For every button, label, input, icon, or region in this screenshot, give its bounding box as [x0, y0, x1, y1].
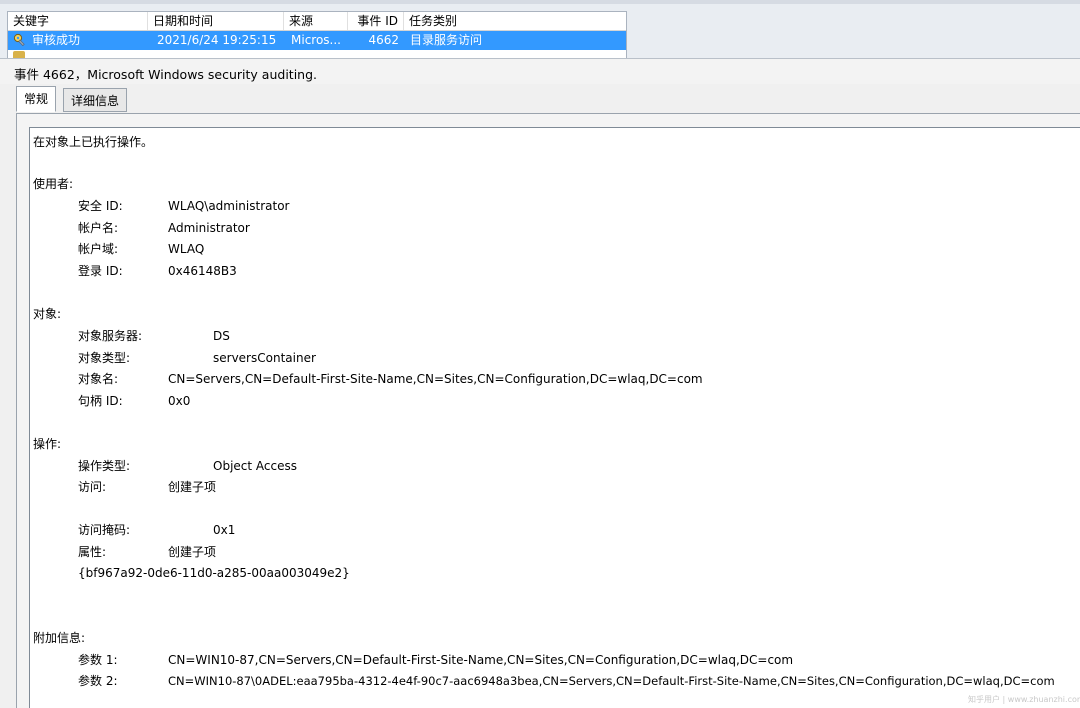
field-value: 0x0	[168, 394, 191, 408]
field-label: 操作类型:	[78, 459, 131, 473]
event-list[interactable]: 关键字 日期和时间 来源 事件 ID 任务类别 审核成功 2021/6/24 1…	[7, 11, 627, 61]
field-value: CN=WIN10-87\0ADEL:eaa795ba-4312-4e4f-90c…	[168, 674, 1055, 688]
field-value: 0x1	[213, 523, 236, 537]
event-row-selected[interactable]: 审核成功 2021/6/24 19:25:15 Micros... 4662 目…	[8, 31, 626, 50]
event-detail-title: 事件 4662，Microsoft Windows security audit…	[14, 67, 317, 82]
field-label: 对象类型:	[78, 351, 131, 365]
field-value: WLAQ	[168, 242, 205, 256]
watermark: 知乎用户 | www.zhuanzhi.com	[968, 695, 1080, 704]
field-value: CN=Servers,CN=Default-First-Site-Name,CN…	[168, 372, 703, 386]
field-value: DS	[213, 329, 230, 343]
field-label: 参数 1:	[78, 653, 118, 667]
event-list-header: 关键字 日期和时间 来源 事件 ID 任务类别	[8, 12, 626, 31]
field-value: 0x46148B3	[168, 264, 237, 278]
event-description: 在对象上已执行操作。	[33, 135, 154, 149]
field-label: 对象服务器:	[78, 329, 143, 343]
subject-heading: 使用者:	[33, 177, 74, 191]
event-keyword: 审核成功	[32, 33, 81, 47]
attribute-guid: {bf967a92-0de6-11d0-a285-00aa003049e2}	[78, 566, 350, 580]
field-label: 安全 ID:	[78, 199, 123, 213]
event-list-area: 关键字 日期和时间 来源 事件 ID 任务类别 审核成功 2021/6/24 1…	[0, 4, 1080, 61]
field-label: 属性:	[78, 545, 107, 559]
field-label: 帐户名:	[78, 221, 119, 235]
event-task-category: 目录服务访问	[410, 33, 483, 47]
column-header-task-category[interactable]: 任务类别	[404, 12, 626, 30]
field-label: 句柄 ID:	[78, 394, 123, 408]
key-icon	[13, 33, 25, 47]
field-value: CN=WIN10-87,CN=Servers,CN=Default-First-…	[168, 653, 794, 667]
event-id: 4662	[368, 33, 399, 47]
event-description-box[interactable]: 在对象上已执行操作。 使用者: 安全 ID: WLAQ\administrato…	[29, 127, 1080, 708]
column-header-source[interactable]: 来源	[284, 12, 348, 30]
event-source: Micros...	[291, 33, 341, 47]
event-detail-header: 事件 4662，Microsoft Windows security audit…	[0, 58, 1080, 84]
field-value: Administrator	[168, 221, 250, 235]
event-datetime: 2021/6/24 19:25:15	[157, 33, 277, 47]
field-value: serversContainer	[213, 351, 316, 365]
field-value: 创建子项	[168, 480, 217, 494]
tab-general[interactable]: 常规	[16, 86, 57, 112]
column-header-event-id[interactable]: 事件 ID	[348, 12, 404, 30]
field-label: 对象名:	[78, 372, 119, 386]
additional-info-heading: 附加信息:	[33, 631, 86, 645]
field-label: 访问掩码:	[78, 523, 131, 537]
object-heading: 对象:	[33, 307, 62, 321]
field-value: Object Access	[213, 459, 297, 473]
tab-details[interactable]: 详细信息	[63, 88, 128, 112]
field-label: 帐户域:	[78, 242, 119, 256]
field-label: 访问:	[78, 480, 107, 494]
field-value: 创建子项	[168, 545, 217, 559]
field-label: 参数 2:	[78, 674, 118, 688]
field-label: 登录 ID:	[78, 264, 123, 278]
operation-heading: 操作:	[33, 437, 62, 451]
column-header-datetime[interactable]: 日期和时间	[148, 12, 284, 30]
column-header-keyword[interactable]: 关键字	[8, 12, 148, 30]
field-value: WLAQ\administrator	[168, 199, 290, 213]
